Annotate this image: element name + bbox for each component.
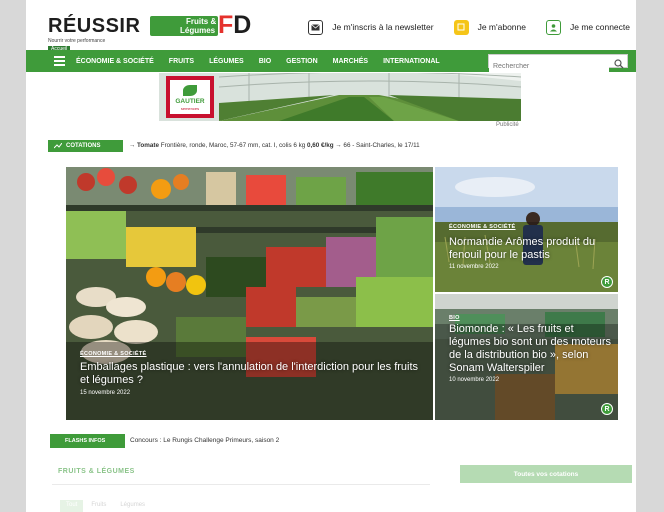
chart-icon xyxy=(54,143,62,149)
login-link[interactable]: Je me connecte xyxy=(545,19,630,35)
logo-word: RÉUSSIR xyxy=(48,15,141,37)
nav-item-fruits[interactable]: FRUITS xyxy=(169,58,194,65)
side-article-2[interactable]: BIO Biomonde : « Les fruits et légumes b… xyxy=(435,294,618,420)
newsletter-label: Je m'inscris à la newsletter xyxy=(332,22,434,32)
side-article-1-title[interactable]: Normandie Arômes produit du fenouil pour… xyxy=(449,236,609,262)
logo-badge-line2: Légumes xyxy=(180,26,216,35)
side-article-1[interactable]: ÉCONOMIE & SOCIÉTÉ Normandie Arômes prod… xyxy=(435,167,618,292)
subscribe-link[interactable]: Je m'abonne xyxy=(453,19,526,35)
cotations-button[interactable]: COTATIONS xyxy=(48,140,123,152)
all-cotations-button[interactable]: Toutes vos cotations xyxy=(460,465,632,483)
nav-item-bio[interactable]: BIO xyxy=(259,58,271,65)
login-label: Je me connecte xyxy=(569,22,630,32)
ticker-product: Tomate xyxy=(137,142,159,149)
main-nav: ÉCONOMIE & SOCIÉTÉ FRUITS LÉGUMES BIO GE… xyxy=(26,50,636,73)
top-nav: Je m'inscris à la newsletter Je m'abonne… xyxy=(288,17,636,37)
hero-article[interactable]: ÉCONOMIE & SOCIÉTÉ Emballages plastique … xyxy=(66,167,433,420)
header: RÉUSSIR Fruits & Légumes FD Nourrir votr… xyxy=(26,0,636,46)
nav-item-international[interactable]: INTERNATIONAL xyxy=(383,58,440,65)
side-article-2-date: 10 novembre 2022 xyxy=(449,377,500,383)
logo-badge: Fruits & Légumes xyxy=(150,16,218,36)
hero-title[interactable]: Emballages plastique : vers l'annulation… xyxy=(80,361,420,387)
gautier-sub: semences xyxy=(180,106,200,111)
nav-item-economie[interactable]: ÉCONOMIE & SOCIÉTÉ xyxy=(76,58,154,65)
hamburger-menu-icon[interactable] xyxy=(54,56,65,66)
ad-label: Publicité xyxy=(496,122,519,128)
search-input[interactable] xyxy=(489,60,609,73)
leaf-icon xyxy=(183,85,197,96)
nav-links: ÉCONOMIE & SOCIÉTÉ FRUITS LÉGUMES BIO GE… xyxy=(76,50,455,72)
nav-item-legumes[interactable]: LÉGUMES xyxy=(209,58,244,65)
reussir-badge-icon: R xyxy=(601,276,613,288)
section-title: FRUITS & LÉGUMES xyxy=(58,468,135,475)
newspaper-icon xyxy=(453,19,469,35)
gautier-logo: GAUTIER semences xyxy=(166,76,214,118)
gautier-name: GAUTIER xyxy=(175,98,205,105)
nav-item-gestion[interactable]: GESTION xyxy=(286,58,318,65)
tab-all[interactable]: Tout xyxy=(60,500,84,512)
side-article-1-date: 11 novembre 2022 xyxy=(449,264,499,270)
tagline: Nourrir votre performance xyxy=(48,38,106,44)
search-icon[interactable] xyxy=(614,56,624,69)
cotations-ticker[interactable]: → Tomate Frontière, ronde, Maroc, 57-67 … xyxy=(129,140,420,152)
logo-d: D xyxy=(233,11,252,39)
user-icon xyxy=(545,19,561,35)
hero-caption: ÉCONOMIE & SOCIÉTÉ Emballages plastique … xyxy=(80,351,420,396)
side-article-2-category[interactable]: BIO xyxy=(449,315,614,321)
ticker-details: Frontière, ronde, Maroc, 57-67 mm, cat. … xyxy=(160,142,306,149)
nav-item-marches[interactable]: MARCHÉS xyxy=(333,58,368,65)
ticker-trend: → 66 - Saint-Charles, le 17/11 xyxy=(335,142,420,149)
hero-category[interactable]: ÉCONOMIE & SOCIÉTÉ xyxy=(80,351,420,357)
flash-infos-label[interactable]: FLASHS INFOS xyxy=(50,434,125,448)
side-article-1-category[interactable]: ÉCONOMIE & SOCIÉTÉ xyxy=(449,224,609,230)
side-article-2-caption: BIO Biomonde : « Les fruits et légumes b… xyxy=(449,315,614,383)
logo-badge-line1: Fruits & xyxy=(186,17,217,26)
side-article-2-title[interactable]: Biomonde : « Les fruits et légumes bio s… xyxy=(449,323,614,375)
newsletter-link[interactable]: Je m'inscris à la newsletter xyxy=(308,19,434,35)
search-box xyxy=(488,54,628,73)
section-divider xyxy=(52,484,430,485)
tab-legumes[interactable]: Légumes xyxy=(114,500,151,512)
ad-banner[interactable]: GAUTIER semences xyxy=(159,73,521,121)
mail-icon xyxy=(308,19,324,35)
flash-infos-text[interactable]: Concours : Le Rungis Challenge Primeurs,… xyxy=(130,434,279,448)
page: RÉUSSIR Fruits & Légumes FD Nourrir votr… xyxy=(26,0,636,512)
site-logo[interactable]: RÉUSSIR Fruits & Légumes FD xyxy=(48,11,288,41)
subscribe-label: Je m'abonne xyxy=(477,22,526,32)
tab-fruits[interactable]: Fruits xyxy=(85,500,112,512)
ticker-arrow: → xyxy=(129,142,136,149)
hero-date: 15 novembre 2022 xyxy=(80,390,131,396)
cotations-label: COTATIONS xyxy=(66,143,101,149)
side-article-1-caption: ÉCONOMIE & SOCIÉTÉ Normandie Arômes prod… xyxy=(449,224,609,270)
section-tabs: Tout Fruits Légumes xyxy=(60,500,153,512)
reussir-badge-icon: R xyxy=(601,403,613,415)
ticker-price: 0,60 €/kg xyxy=(307,142,334,149)
logo-fd: FD xyxy=(218,11,251,40)
logo-f: F xyxy=(218,11,234,39)
